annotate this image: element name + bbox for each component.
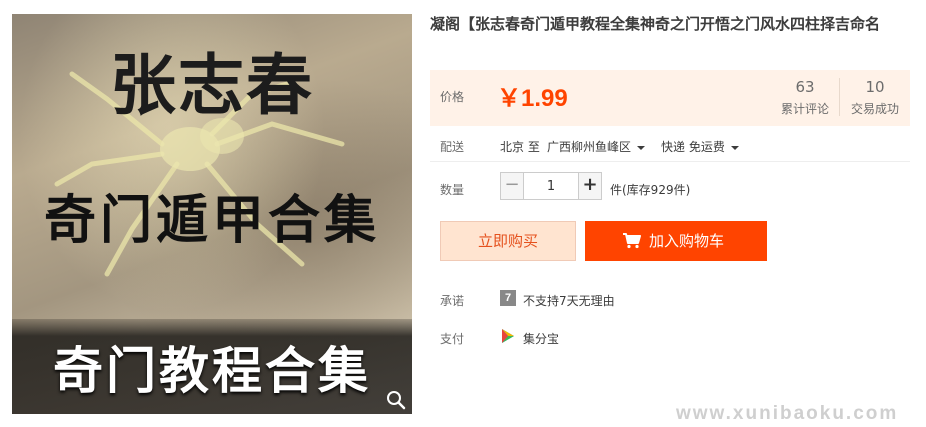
add-to-cart-button[interactable]: 加入购物车 xyxy=(585,221,767,261)
payment-label: 支付 xyxy=(440,332,465,346)
delivery-method-select[interactable]: 快递 免运费 xyxy=(661,138,739,155)
cover-title-text: 奇门遁甲合集 xyxy=(43,190,380,251)
product-image[interactable]: 张志春 奇门遁甲合集 奇门教程合集 xyxy=(12,14,412,414)
product-title: 凝阁【张志春奇门遁甲教程全集神奇之门开悟之门风水四柱择吉命名 xyxy=(430,15,881,33)
stat-divider xyxy=(839,78,840,116)
delivery-from: 北京 至 xyxy=(500,140,540,154)
magnifier-icon[interactable] xyxy=(386,390,406,410)
stock-text: 件(库存929件) xyxy=(610,183,691,197)
chevron-down-icon xyxy=(637,145,646,150)
divider xyxy=(430,161,910,162)
delivery-destination: 广西柳州鱼峰区 xyxy=(547,140,632,154)
buy-now-button[interactable]: 立即购买 xyxy=(440,221,576,261)
delivery-method: 快递 免运费 xyxy=(661,140,725,154)
deals-stat: 10 交易成功 xyxy=(846,78,904,117)
cover-author-text: 张志春 xyxy=(110,47,314,124)
deals-count: 10 xyxy=(865,78,885,96)
promise-text: 不支持7天无理由 xyxy=(523,294,615,308)
reviews-label: 累计评论 xyxy=(780,102,829,116)
chevron-down-icon xyxy=(730,145,739,150)
seven-day-badge-icon: 7 xyxy=(500,290,516,306)
delivery-destination-select[interactable]: 广西柳州鱼峰区 xyxy=(547,138,646,155)
reviews-count: 63 xyxy=(795,78,815,96)
quantity-plus-button[interactable]: + xyxy=(578,172,602,200)
quantity-minus-button[interactable]: − xyxy=(500,172,524,200)
reviews-stat[interactable]: 63 累计评论 xyxy=(775,78,835,117)
cover-band-text: 奇门教程合集 xyxy=(53,342,371,400)
watermark: www.xunibaoku.com xyxy=(676,403,899,424)
price-value: ￥1.99 xyxy=(497,85,568,112)
price-label: 价格 xyxy=(440,90,465,104)
quantity-label: 数量 xyxy=(440,183,465,197)
price-box: 价格 ￥1.99 63 累计评论 10 交易成功 xyxy=(430,70,910,126)
add-to-cart-label: 加入购物车 xyxy=(649,232,725,250)
deals-label: 交易成功 xyxy=(850,102,899,116)
promise-label: 承诺 xyxy=(440,294,465,308)
quantity-input[interactable] xyxy=(524,172,578,200)
delivery-label: 配送 xyxy=(440,140,465,154)
cart-icon xyxy=(623,233,641,249)
payment-method: 集分宝 xyxy=(523,332,560,346)
jifenbao-icon xyxy=(502,329,514,343)
